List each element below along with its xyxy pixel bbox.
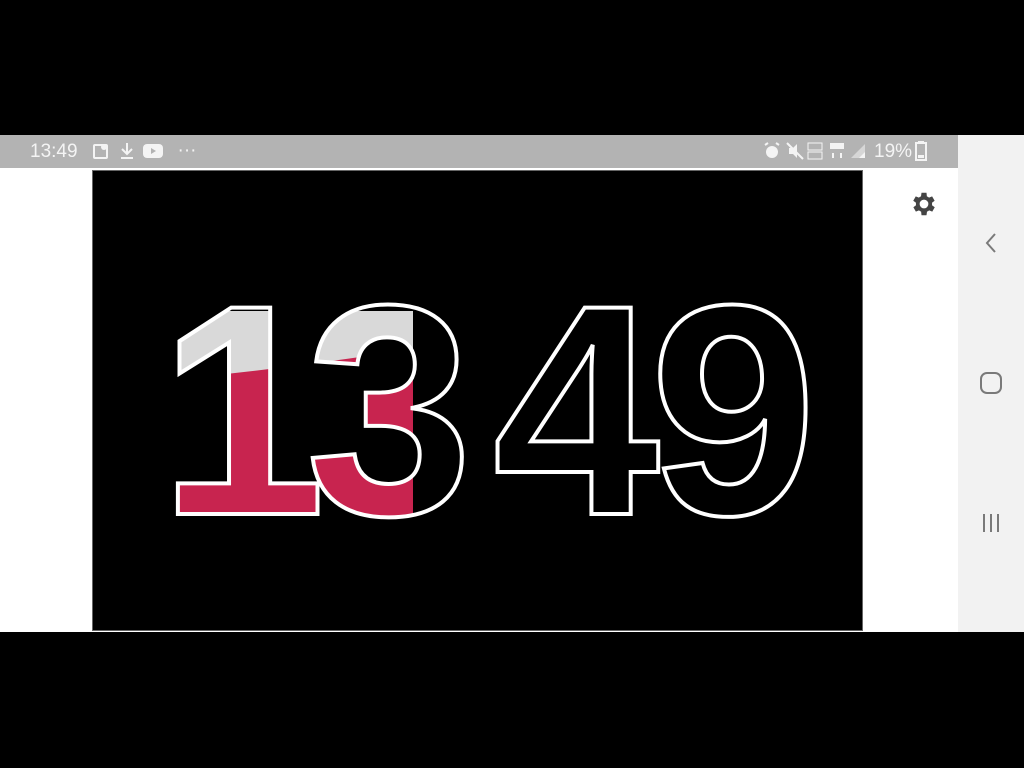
volte-icon: [805, 141, 825, 161]
navigation-bar: [958, 168, 1024, 632]
clock-display[interactable]: 13 13 49: [92, 170, 863, 631]
battery-percent: 19%: [874, 141, 913, 162]
clock-svg: 13 13 49: [157, 240, 821, 580]
mute-icon: [785, 141, 805, 161]
youtube-icon: [143, 141, 163, 161]
alarm-icon: [762, 141, 782, 161]
status-time: 13:49: [30, 141, 78, 162]
4g-icon: [827, 141, 847, 161]
map-pin-icon: [92, 141, 110, 161]
battery-icon: [914, 141, 928, 161]
recents-button[interactable]: [971, 503, 1011, 543]
screen: 13:49 ··· 19% 13 49: [0, 0, 1024, 768]
back-button[interactable]: [971, 223, 1011, 263]
recents-icon: [983, 514, 999, 532]
settings-button[interactable]: [906, 186, 942, 222]
nav-bar-top: [958, 135, 1024, 168]
download-icon: [119, 141, 135, 161]
more-notifications: ···: [177, 140, 197, 161]
back-icon: [985, 233, 996, 253]
gear-icon: [913, 192, 935, 216]
status-bar: 13:49 ··· 19%: [0, 135, 958, 168]
app-window: 13 13 49: [0, 168, 958, 632]
home-icon: [980, 372, 1002, 394]
signal-icon: [849, 141, 867, 161]
clock-minutes: 49: [493, 242, 809, 578]
clock-hours: 13: [159, 242, 465, 578]
home-button[interactable]: [971, 363, 1011, 403]
